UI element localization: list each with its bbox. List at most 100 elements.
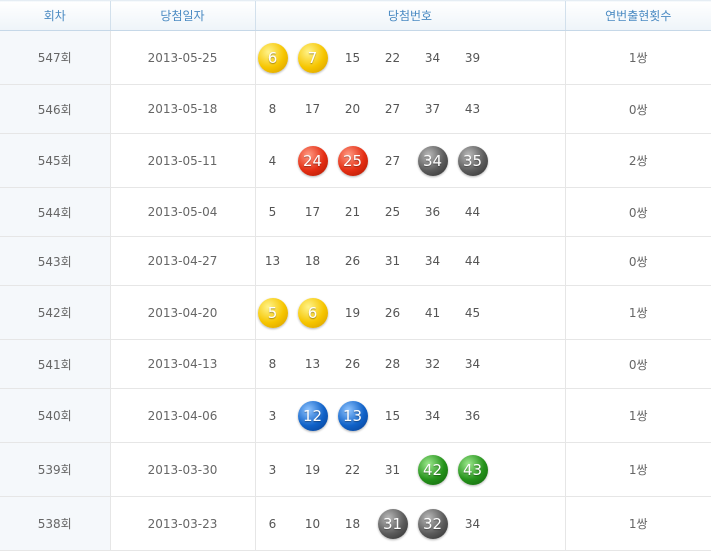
date-cell: 2013-04-20 (109, 285, 255, 340)
table-row: 544회 2013-05-04 5 17 21 25 36 44 0쌍 (0, 187, 711, 237)
number-ball: 6 (297, 297, 328, 328)
header-round: 회차 (0, 0, 110, 31)
round-cell: 540회 (0, 388, 110, 443)
date-cell: 2013-05-11 (109, 133, 255, 188)
winning-numbers-cell: 3 19 22 31 42 43 (254, 442, 565, 497)
number-ball: 35 (457, 145, 488, 176)
consecutive-pairs-cell: 1쌍 (564, 285, 711, 340)
winning-numbers-cell: 5 17 21 25 36 44 (254, 187, 565, 237)
number-ball: 32 (417, 508, 448, 539)
number-ball: 24 (297, 145, 328, 176)
round-cell: 538회 (0, 496, 110, 551)
number: 20 (344, 102, 361, 116)
winning-numbers-cell: 6 7 15 22 34 39 (254, 30, 565, 85)
number: 17 (304, 205, 321, 219)
number: 31 (384, 254, 401, 268)
table-row: 546회 2013-05-18 8 17 20 27 37 43 0쌍 (0, 84, 711, 134)
number: 26 (344, 254, 361, 268)
consecutive-pairs-cell: 0쌍 (564, 84, 711, 134)
number: 27 (384, 102, 401, 116)
number: 17 (304, 102, 321, 116)
number-ball: 12 (297, 400, 328, 431)
table-body: 547회 2013-05-25 6 7 15 22 34 39 1쌍 546회 2013-05-18… (0, 30, 711, 551)
winning-numbers-cell: 8 17 20 27 37 43 (254, 84, 565, 134)
number: 34 (424, 50, 441, 65)
consecutive-pairs-cell: 1쌍 (564, 496, 711, 551)
number: 39 (464, 50, 481, 65)
table-row: 538회 2013-03-23 6 10 18 31 32 34 1쌍 (0, 496, 711, 551)
number: 8 (268, 102, 277, 116)
table-row: 539회 2013-03-30 3 19 22 31 42 43 1쌍 (0, 442, 711, 497)
consecutive-pairs-cell: 1쌍 (564, 442, 711, 497)
number: 18 (304, 254, 321, 268)
number: 19 (344, 305, 361, 320)
round-cell: 543회 (0, 236, 110, 286)
date-cell: 2013-04-27 (109, 236, 255, 286)
number-ball: 7 (297, 42, 328, 73)
winning-numbers-cell: 4 24 25 27 34 35 (254, 133, 565, 188)
header-consecutive-pairs: 연번출현횟수 (564, 0, 711, 31)
number: 34 (424, 254, 441, 268)
number: 3 (268, 408, 277, 423)
number: 44 (464, 254, 481, 268)
number: 34 (464, 516, 481, 531)
number: 8 (268, 357, 277, 371)
round-cell: 546회 (0, 84, 110, 134)
number: 4 (268, 153, 277, 168)
number: 15 (344, 50, 361, 65)
consecutive-pairs-cell: 2쌍 (564, 133, 711, 188)
winning-numbers-cell: 5 6 19 26 41 45 (254, 285, 565, 340)
number: 5 (268, 205, 277, 219)
round-cell: 542회 (0, 285, 110, 340)
number: 31 (384, 462, 401, 477)
number: 10 (304, 516, 321, 531)
number-ball: 31 (377, 508, 408, 539)
table-row: 545회 2013-05-11 4 24 25 27 34 35 2쌍 (0, 133, 711, 188)
round-cell: 539회 (0, 442, 110, 497)
consecutive-pairs-cell: 1쌍 (564, 30, 711, 85)
number: 43 (464, 102, 481, 116)
table-header: 회차 당첨일자 당첨번호 연번출현횟수 (0, 0, 711, 31)
winning-numbers-cell: 8 13 26 28 32 34 (254, 339, 565, 389)
number: 22 (384, 50, 401, 65)
number: 36 (464, 408, 481, 423)
number: 22 (344, 462, 361, 477)
number: 32 (424, 357, 441, 371)
number: 19 (304, 462, 321, 477)
number: 26 (384, 305, 401, 320)
consecutive-pairs-cell: 1쌍 (564, 388, 711, 443)
round-cell: 541회 (0, 339, 110, 389)
number-ball: 6 (257, 42, 288, 73)
date-cell: 2013-05-25 (109, 30, 255, 85)
number-ball: 5 (257, 297, 288, 328)
number: 34 (464, 357, 481, 371)
date-cell: 2013-03-30 (109, 442, 255, 497)
round-cell: 544회 (0, 187, 110, 237)
header-date: 당첨일자 (109, 0, 255, 31)
number: 21 (344, 205, 361, 219)
number: 15 (384, 408, 401, 423)
number: 45 (464, 305, 481, 320)
table-row: 541회 2013-04-13 8 13 26 28 32 34 0쌍 (0, 339, 711, 389)
consecutive-pairs-cell: 0쌍 (564, 236, 711, 286)
number: 27 (384, 153, 401, 168)
number: 6 (268, 516, 277, 531)
number: 3 (268, 462, 277, 477)
number-ball: 34 (417, 145, 448, 176)
number-ball: 42 (417, 454, 448, 485)
round-cell: 545회 (0, 133, 110, 188)
date-cell: 2013-05-04 (109, 187, 255, 237)
number-ball: 13 (337, 400, 368, 431)
winning-numbers-cell: 3 12 13 15 34 36 (254, 388, 565, 443)
table-row: 542회 2013-04-20 5 6 19 26 41 45 1쌍 (0, 285, 711, 340)
date-cell: 2013-03-23 (109, 496, 255, 551)
table-row: 543회 2013-04-27 13 18 26 31 34 44 0쌍 (0, 236, 711, 286)
number: 13 (264, 254, 281, 268)
number: 28 (384, 357, 401, 371)
number: 26 (344, 357, 361, 371)
date-cell: 2013-04-06 (109, 388, 255, 443)
winning-numbers-cell: 13 18 26 31 34 44 (254, 236, 565, 286)
header-numbers: 당첨번호 (254, 0, 565, 31)
date-cell: 2013-04-13 (109, 339, 255, 389)
number: 13 (304, 357, 321, 371)
